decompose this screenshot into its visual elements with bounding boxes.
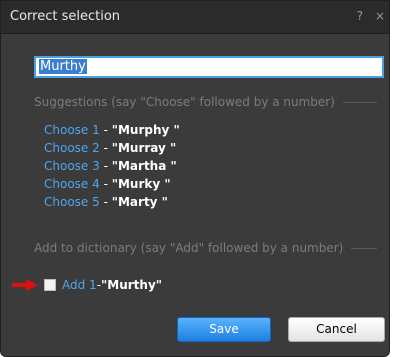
suggestion-item: Choose 4 - "Murky " [44,175,180,193]
suggestion-word: "Martha " [111,159,177,173]
suggestion-list: Choose 1 - "Murphy " Choose 2 - "Murray … [44,121,180,211]
choose-link[interactable]: Choose 2 [44,141,100,155]
close-icon[interactable]: × [375,9,385,23]
separator: - [99,141,112,155]
header-divider [342,101,377,103]
suggestion-item: Choose 5 - "Marty " [44,193,180,211]
header-divider [351,247,377,249]
suggestion-item: Choose 2 - "Murray " [44,139,180,157]
selected-text: Murthy [39,59,87,74]
choose-link[interactable]: Choose 4 [44,177,100,191]
save-button[interactable]: Save [177,317,271,342]
title-bar: Correct selection ? × [1,1,389,34]
suggestion-word: "Marty " [111,195,168,209]
correct-selection-dialog: Correct selection ? × Murthy Suggestions… [0,0,390,357]
choose-link[interactable]: Choose 5 [44,195,100,209]
title-controls: ? × [349,9,385,23]
add-word: "Murthy" [101,278,163,292]
choose-link[interactable]: Choose 3 [44,159,100,173]
suggestion-word: "Murky " [111,177,171,191]
separator: - [99,195,112,209]
help-icon[interactable]: ? [357,9,363,23]
cancel-button[interactable]: Cancel [288,317,385,342]
dictionary-header: Add to dictionary (say "Add" followed by… [34,241,377,255]
choose-link[interactable]: Choose 1 [44,123,100,137]
suggestion-item: Choose 3 - "Martha " [44,157,180,175]
separator: - [99,159,112,173]
add-to-dictionary-item: Add 1 - "Murthy" [44,276,162,294]
suggestion-item: Choose 1 - "Murphy " [44,121,180,139]
suggestions-header: Suggestions (say "Choose" followed by a … [34,95,377,109]
dialog-title: Correct selection [10,9,121,24]
separator: - [99,177,112,191]
add-link[interactable]: Add 1 [62,276,97,294]
suggestion-word: "Murphy " [111,123,180,137]
red-arrow-icon [12,279,38,291]
suggestions-header-text: Suggestions (say "Choose" followed by a … [34,95,335,109]
add-checkbox[interactable] [44,279,56,291]
suggestion-word: "Murray " [111,141,177,155]
separator: - [99,123,112,137]
selection-text-input[interactable]: Murthy [34,56,384,78]
dictionary-header-text: Add to dictionary (say "Add" followed by… [34,241,344,255]
